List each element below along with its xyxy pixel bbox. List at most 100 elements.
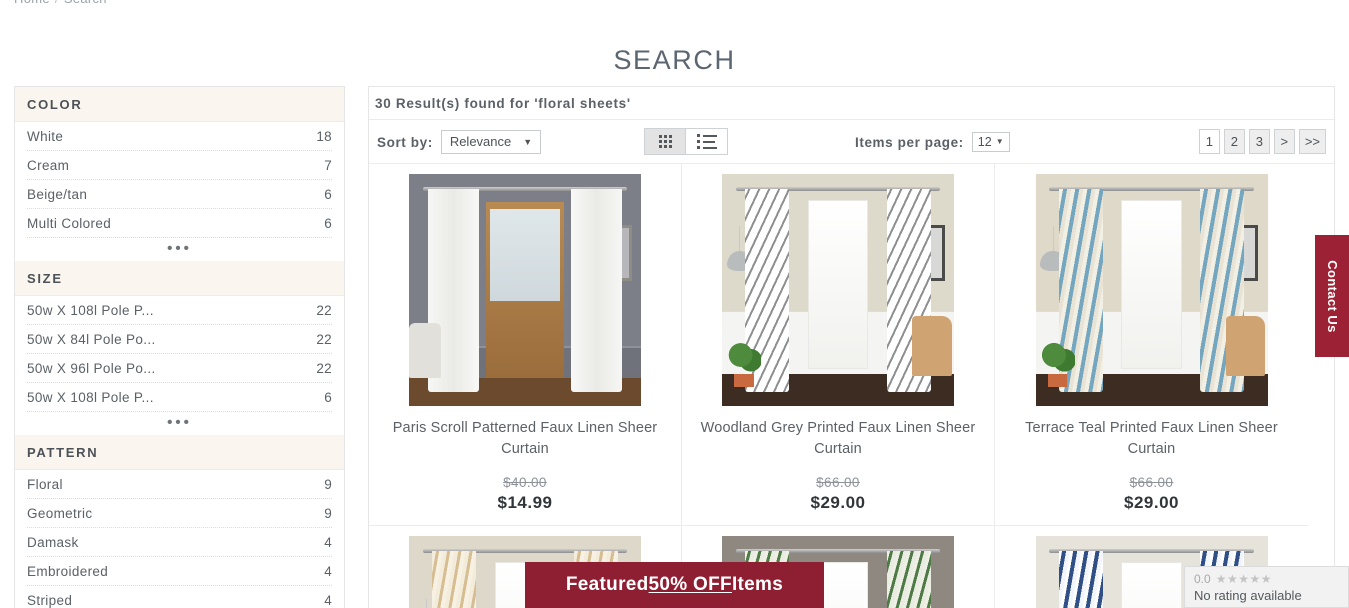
search-results-page: Home / Search SEARCH COLOR White 18 Cream … xyxy=(0,0,1349,608)
facet-option[interactable]: 50w X 108l Pole P... 22 xyxy=(27,296,332,325)
product-name[interactable]: Woodland Grey Printed Faux Linen Sheer C… xyxy=(690,418,986,459)
product-sale-price: $29.00 xyxy=(810,493,866,513)
product-sale-price: $14.99 xyxy=(497,493,553,513)
facet-option[interactable]: Embroidered 4 xyxy=(27,557,332,586)
pagination-next-button[interactable]: > xyxy=(1273,129,1295,154)
product-image[interactable] xyxy=(1035,174,1268,406)
facet-option-label: Striped xyxy=(27,593,73,608)
promo-highlight: 50% OFF xyxy=(648,574,732,595)
facet-option-count: 6 xyxy=(324,187,332,202)
facet-option-label: Embroidered xyxy=(27,564,109,579)
facet-option[interactable]: Multi Colored 6 xyxy=(27,209,332,238)
facet-list-size: 50w X 108l Pole P... 22 50w X 84l Pole P… xyxy=(15,296,344,412)
grid-view-button[interactable] xyxy=(644,128,686,155)
results-panel: 30 Result(s) found for 'floral sheets' S… xyxy=(368,86,1335,608)
product-sale-price: $29.00 xyxy=(1124,493,1179,513)
grid-view-icon xyxy=(658,135,672,148)
facet-option[interactable]: Cream 7 xyxy=(27,151,332,180)
facet-option-count: 4 xyxy=(324,535,332,550)
rating-stars-icon: ★★★★★ xyxy=(1215,572,1272,586)
product-name[interactable]: Terrace Teal Printed Faux Linen Sheer Cu… xyxy=(1003,418,1300,459)
product-card[interactable]: Terrace Teal Printed Faux Linen Sheer Cu… xyxy=(995,164,1308,527)
facet-option[interactable]: 50w X 96l Pole Po... 22 xyxy=(27,354,332,383)
facet-option-label: Damask xyxy=(27,535,79,550)
sort-by-select[interactable]: Relevance ▼ xyxy=(440,130,542,154)
product-image[interactable] xyxy=(722,174,954,406)
items-per-page-value: 12 xyxy=(977,134,992,149)
facet-option[interactable]: Floral 9 xyxy=(27,470,332,499)
product-card[interactable]: Paris Scroll Patterned Faux Linen Sheer … xyxy=(369,164,682,527)
facet-option-label: 50w X 108l Pole P... xyxy=(27,390,154,405)
facet-option-label: Beige/tan xyxy=(27,187,88,202)
facet-option-label: 50w X 96l Pole Po... xyxy=(27,361,156,376)
pagination-page-1[interactable]: 1 xyxy=(1198,129,1220,154)
facet-header-color[interactable]: COLOR xyxy=(15,87,344,122)
chevron-down-icon: ▼ xyxy=(523,136,533,147)
rating-widget[interactable]: 0.0 ★★★★★ No rating available xyxy=(1184,566,1349,608)
facet-show-more-size[interactable]: ••• xyxy=(15,412,344,435)
product-original-price: $66.00 xyxy=(816,475,860,491)
facet-header-size[interactable]: SIZE xyxy=(15,261,344,296)
facet-option-label: 50w X 84l Pole Po... xyxy=(27,332,156,347)
facet-option-label: Cream xyxy=(27,158,70,173)
facet-option-count: 9 xyxy=(324,506,332,521)
breadcrumb-separator: / xyxy=(55,0,59,6)
facet-option-count: 22 xyxy=(316,332,332,347)
facet-header-pattern[interactable]: PATTERN xyxy=(15,435,344,470)
featured-promo-banner[interactable]: Featured 50% OFF Items xyxy=(525,562,824,608)
rating-score: 0.0 xyxy=(1194,572,1211,586)
breadcrumb: Home / Search xyxy=(14,0,107,6)
facet-option[interactable]: Striped 4 xyxy=(27,586,332,608)
facet-option-label: White xyxy=(27,129,64,144)
pagination-page-2[interactable]: 2 xyxy=(1223,129,1245,154)
facet-option-count: 6 xyxy=(324,216,332,231)
facet-option-label: Geometric xyxy=(27,506,93,521)
sort-by-label: Sort by: xyxy=(377,134,433,150)
product-price-block: $40.00 $14.99 xyxy=(377,475,673,513)
facet-option-count: 9 xyxy=(324,477,332,492)
facet-option-label: Floral xyxy=(27,477,63,492)
facet-option-label: 50w X 108l Pole P... xyxy=(27,303,154,318)
breadcrumb-home-link[interactable]: Home xyxy=(14,0,50,6)
facet-sidebar: COLOR White 18 Cream 7 Beige/tan 6 Multi… xyxy=(14,86,345,608)
contact-us-tab[interactable]: Contact Us xyxy=(1315,235,1349,357)
items-per-page-label: Items per page: xyxy=(855,134,964,150)
facet-option[interactable]: Damask 4 xyxy=(27,528,332,557)
terrace-teal-curtain-photo xyxy=(1035,174,1268,406)
items-per-page-select[interactable]: 12 ▼ xyxy=(971,132,1010,152)
product-price-block: $66.00 $29.00 xyxy=(690,475,986,513)
facet-option-label: Multi Colored xyxy=(27,216,112,231)
facet-option[interactable]: Beige/tan 6 xyxy=(27,180,332,209)
promo-prefix: Featured xyxy=(565,574,649,595)
results-toolbar: Sort by: Relevance ▼ Items per page: 12 … xyxy=(369,120,1334,164)
product-original-price: $66.00 xyxy=(1129,475,1174,491)
facet-option-count: 18 xyxy=(316,129,332,144)
facet-option[interactable]: Geometric 9 xyxy=(27,499,332,528)
contact-us-label: Contact Us xyxy=(1324,259,1340,333)
pagination-last-button[interactable]: >> xyxy=(1298,129,1326,154)
facet-option-count: 22 xyxy=(316,361,332,376)
rating-score-row: 0.0 ★★★★★ xyxy=(1194,572,1339,586)
facet-option[interactable]: 50w X 84l Pole Po... 22 xyxy=(27,325,332,354)
list-view-button[interactable] xyxy=(686,128,728,155)
results-count-text: 30 Result(s) found for 'floral sheets' xyxy=(369,87,1334,120)
facet-option[interactable]: White 18 xyxy=(27,122,332,151)
facet-option-count: 6 xyxy=(324,390,332,405)
pagination: 1 2 3 > >> xyxy=(1198,129,1326,154)
product-image[interactable] xyxy=(409,174,641,406)
pagination-page-3[interactable]: 3 xyxy=(1248,129,1270,154)
sort-by-value: Relevance xyxy=(449,134,512,149)
product-card[interactable]: Woodland Grey Printed Faux Linen Sheer C… xyxy=(682,164,995,527)
items-per-page-control: Items per page: 12 ▼ xyxy=(855,132,1010,152)
facet-option-count: 7 xyxy=(324,158,332,173)
facet-option-count: 22 xyxy=(316,303,332,318)
facet-option[interactable]: 50w X 108l Pole P... 6 xyxy=(27,383,332,412)
product-original-price: $40.00 xyxy=(503,475,547,491)
product-name[interactable]: Paris Scroll Patterned Faux Linen Sheer … xyxy=(377,418,673,459)
page-title: SEARCH xyxy=(613,45,736,76)
facet-option-count: 4 xyxy=(324,564,332,579)
list-view-icon xyxy=(696,134,717,149)
product-grid: Paris Scroll Patterned Faux Linen Sheer … xyxy=(369,164,1334,608)
facet-list-pattern: Floral 9 Geometric 9 Damask 4 Embroidere… xyxy=(15,470,344,608)
facet-show-more-color[interactable]: ••• xyxy=(15,238,344,261)
